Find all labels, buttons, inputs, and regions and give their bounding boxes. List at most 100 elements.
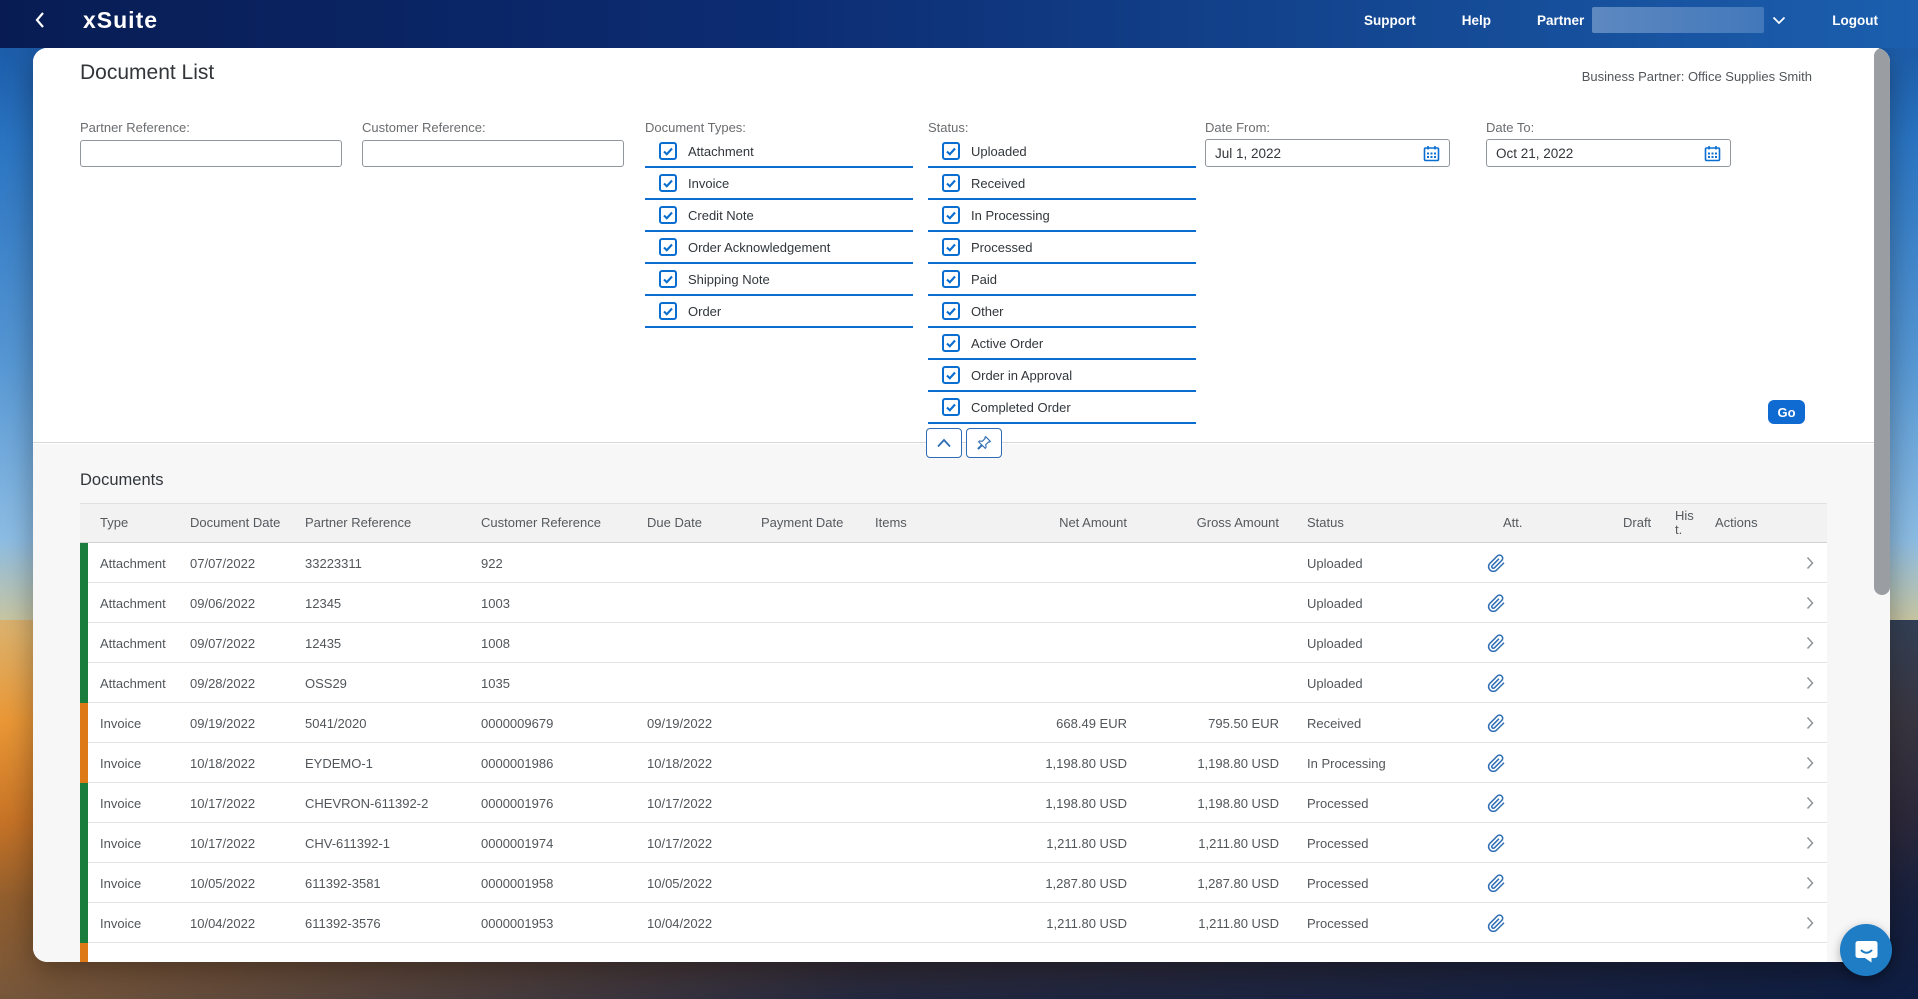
filter-checkbox-row[interactable]: Attachment: [645, 136, 913, 168]
partner-selector[interactable]: Partner: [1537, 7, 1786, 33]
row-chevron[interactable]: [1775, 556, 1827, 570]
filter-checkbox-row[interactable]: Received: [928, 168, 1196, 200]
checkbox[interactable]: [942, 302, 960, 320]
calendar-icon[interactable]: [1423, 145, 1440, 162]
chevron-up-icon: [936, 438, 952, 448]
customer-reference-input[interactable]: [362, 140, 624, 167]
cell-document-date: 10/04/2022: [178, 916, 293, 931]
table-row[interactable]: Invoice 10/04/2022 611392-3576 000000195…: [80, 903, 1827, 943]
filter-checkbox-row[interactable]: Other: [928, 296, 1196, 328]
filter-checkbox-row[interactable]: Order Acknowledgement: [645, 232, 913, 264]
attachment-cell[interactable]: [1463, 754, 1611, 773]
col-type: Type: [88, 516, 178, 530]
filter-checkbox-row[interactable]: Shipping Note: [645, 264, 913, 296]
filter-checkbox-row[interactable]: Processed: [928, 232, 1196, 264]
table-row[interactable]: Invoice 09/19/2022 5041/2020 0000009679 …: [80, 703, 1827, 743]
customer-reference-label: Customer Reference:: [362, 120, 486, 135]
table-row-partial[interactable]: [80, 943, 1827, 962]
vertical-scrollbar[interactable]: [1874, 48, 1890, 595]
attachment-cell[interactable]: [1463, 634, 1611, 653]
row-chevron[interactable]: [1775, 676, 1827, 690]
row-status-bar: [80, 623, 88, 663]
attachment-cell[interactable]: [1463, 914, 1611, 933]
filter-checkbox-row[interactable]: Credit Note: [645, 200, 913, 232]
table-row[interactable]: Invoice 10/18/2022 EYDEMO-1 0000001986 1…: [80, 743, 1827, 783]
table-row[interactable]: Invoice 10/17/2022 CHEVRON-611392-2 0000…: [80, 783, 1827, 823]
checkbox[interactable]: [942, 142, 960, 160]
checkbox[interactable]: [942, 398, 960, 416]
row-chevron[interactable]: [1775, 796, 1827, 810]
cell-type: Attachment: [88, 636, 178, 651]
cell-partner-reference: EYDEMO-1: [293, 756, 469, 771]
checkbox[interactable]: [942, 270, 960, 288]
nav-support-link[interactable]: Support: [1364, 13, 1416, 28]
calendar-icon[interactable]: [1704, 145, 1721, 162]
table-row[interactable]: Attachment 09/28/2022 OSS29 1035 Uploade…: [80, 663, 1827, 703]
row-chevron[interactable]: [1775, 636, 1827, 650]
attachment-cell[interactable]: [1463, 594, 1611, 613]
checkmark-icon: [945, 305, 957, 317]
checkbox[interactable]: [942, 206, 960, 224]
checkbox[interactable]: [942, 366, 960, 384]
checkbox[interactable]: [659, 302, 677, 320]
nav-help-link[interactable]: Help: [1462, 13, 1491, 28]
checkbox[interactable]: [659, 142, 677, 160]
filter-checkbox-row[interactable]: Invoice: [645, 168, 913, 200]
cell-customer-reference: 0000001974: [469, 836, 635, 851]
filter-checkbox-row[interactable]: Paid: [928, 264, 1196, 296]
checkmark-icon: [662, 145, 674, 157]
checkbox[interactable]: [942, 174, 960, 192]
filter-checkbox-row[interactable]: Active Order: [928, 328, 1196, 360]
row-chevron[interactable]: [1775, 756, 1827, 770]
filter-checkbox-row[interactable]: In Processing: [928, 200, 1196, 232]
col-document-date: Document Date: [178, 516, 293, 530]
partner-reference-input[interactable]: [80, 140, 342, 167]
attachment-cell[interactable]: [1463, 714, 1611, 733]
nav-logout-link[interactable]: Logout: [1832, 13, 1878, 28]
checkbox[interactable]: [659, 270, 677, 288]
checkbox[interactable]: [942, 238, 960, 256]
chevron-right-icon: [1806, 636, 1814, 650]
checkbox[interactable]: [659, 206, 677, 224]
row-chevron[interactable]: [1775, 836, 1827, 850]
row-chevron[interactable]: [1775, 596, 1827, 610]
date-from-input[interactable]: Jul 1, 2022: [1205, 139, 1450, 167]
filter-checkbox-row[interactable]: Order: [645, 296, 913, 328]
collapse-filter-button[interactable]: [926, 428, 962, 458]
attachment-cell[interactable]: [1463, 794, 1611, 813]
date-to-input[interactable]: Oct 21, 2022: [1486, 139, 1731, 167]
checkbox[interactable]: [659, 238, 677, 256]
go-button[interactable]: Go: [1768, 400, 1805, 424]
table-row[interactable]: Attachment 07/07/2022 33223311 922 Uploa…: [80, 543, 1827, 583]
checkbox[interactable]: [659, 174, 677, 192]
col-status: Status: [1295, 516, 1463, 530]
filter-checkbox-row[interactable]: Completed Order: [928, 392, 1196, 424]
cell-status: Processed: [1295, 796, 1463, 811]
table-row[interactable]: Invoice 10/17/2022 CHV-611392-1 00000019…: [80, 823, 1827, 863]
attachment-cell[interactable]: [1463, 554, 1611, 573]
col-due-date: Due Date: [635, 516, 749, 530]
checkbox[interactable]: [942, 334, 960, 352]
attachment-cell[interactable]: [1463, 674, 1611, 693]
table-row[interactable]: Invoice 10/05/2022 611392-3581 000000195…: [80, 863, 1827, 903]
pin-filter-button[interactable]: [966, 428, 1002, 458]
attachment-cell[interactable]: [1463, 874, 1611, 893]
table-row[interactable]: Attachment 09/07/2022 12435 1008 Uploade…: [80, 623, 1827, 663]
partner-label: Partner: [1537, 13, 1584, 28]
cell-document-date: 09/19/2022: [178, 716, 293, 731]
row-chevron[interactable]: [1775, 716, 1827, 730]
checkmark-icon: [662, 209, 674, 221]
cell-customer-reference: 0000001953: [469, 916, 635, 931]
cell-due-date: 09/19/2022: [635, 716, 749, 731]
row-chevron[interactable]: [1775, 916, 1827, 930]
filter-checkbox-row[interactable]: Uploaded: [928, 136, 1196, 168]
filter-checkbox-row[interactable]: Order in Approval: [928, 360, 1196, 392]
cell-gross-amount: 1,198.80 USD: [1143, 796, 1295, 811]
back-button[interactable]: [27, 7, 53, 33]
table-row[interactable]: Attachment 09/06/2022 12345 1003 Uploade…: [80, 583, 1827, 623]
chat-launcher-button[interactable]: [1840, 924, 1892, 976]
row-chevron[interactable]: [1775, 876, 1827, 890]
cell-customer-reference: 1035: [469, 676, 635, 691]
attachment-cell[interactable]: [1463, 834, 1611, 853]
cell-document-date: 10/17/2022: [178, 836, 293, 851]
